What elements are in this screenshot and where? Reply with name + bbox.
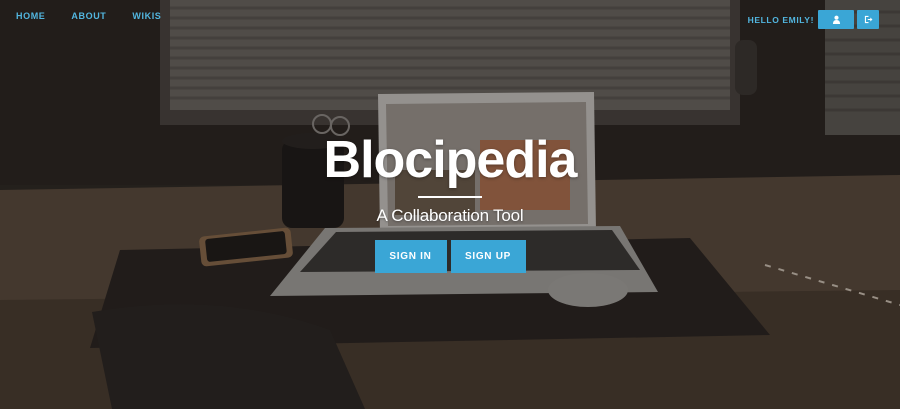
nav-wikis-link[interactable]: WIKIS [132,11,161,21]
auth-buttons: SIGN IN SIGN UP [0,240,900,273]
sign-up-button[interactable]: SIGN UP [450,240,526,273]
hero: HOME ABOUT WIKIS HELLO EMILY! Blocipedia… [0,0,900,409]
hero-content: Blocipedia A Collaboration Tool SIGN IN … [0,132,900,273]
sign-out-button[interactable] [857,10,879,29]
main-nav: HOME ABOUT WIKIS [16,11,187,21]
user-area: HELLO EMILY! [748,10,879,29]
user-greeting: HELLO EMILY! [747,14,814,25]
profile-button[interactable] [818,10,854,29]
nav-home-link[interactable]: HOME [16,11,45,21]
sign-out-icon [864,15,872,24]
nav-about-link[interactable]: ABOUT [71,11,106,21]
page-title: Blocipedia [323,131,578,189]
title-divider [418,196,482,198]
sign-in-button[interactable]: SIGN IN [374,240,447,273]
user-icon [832,15,840,24]
page-subtitle: A Collaboration Tool [376,206,524,225]
